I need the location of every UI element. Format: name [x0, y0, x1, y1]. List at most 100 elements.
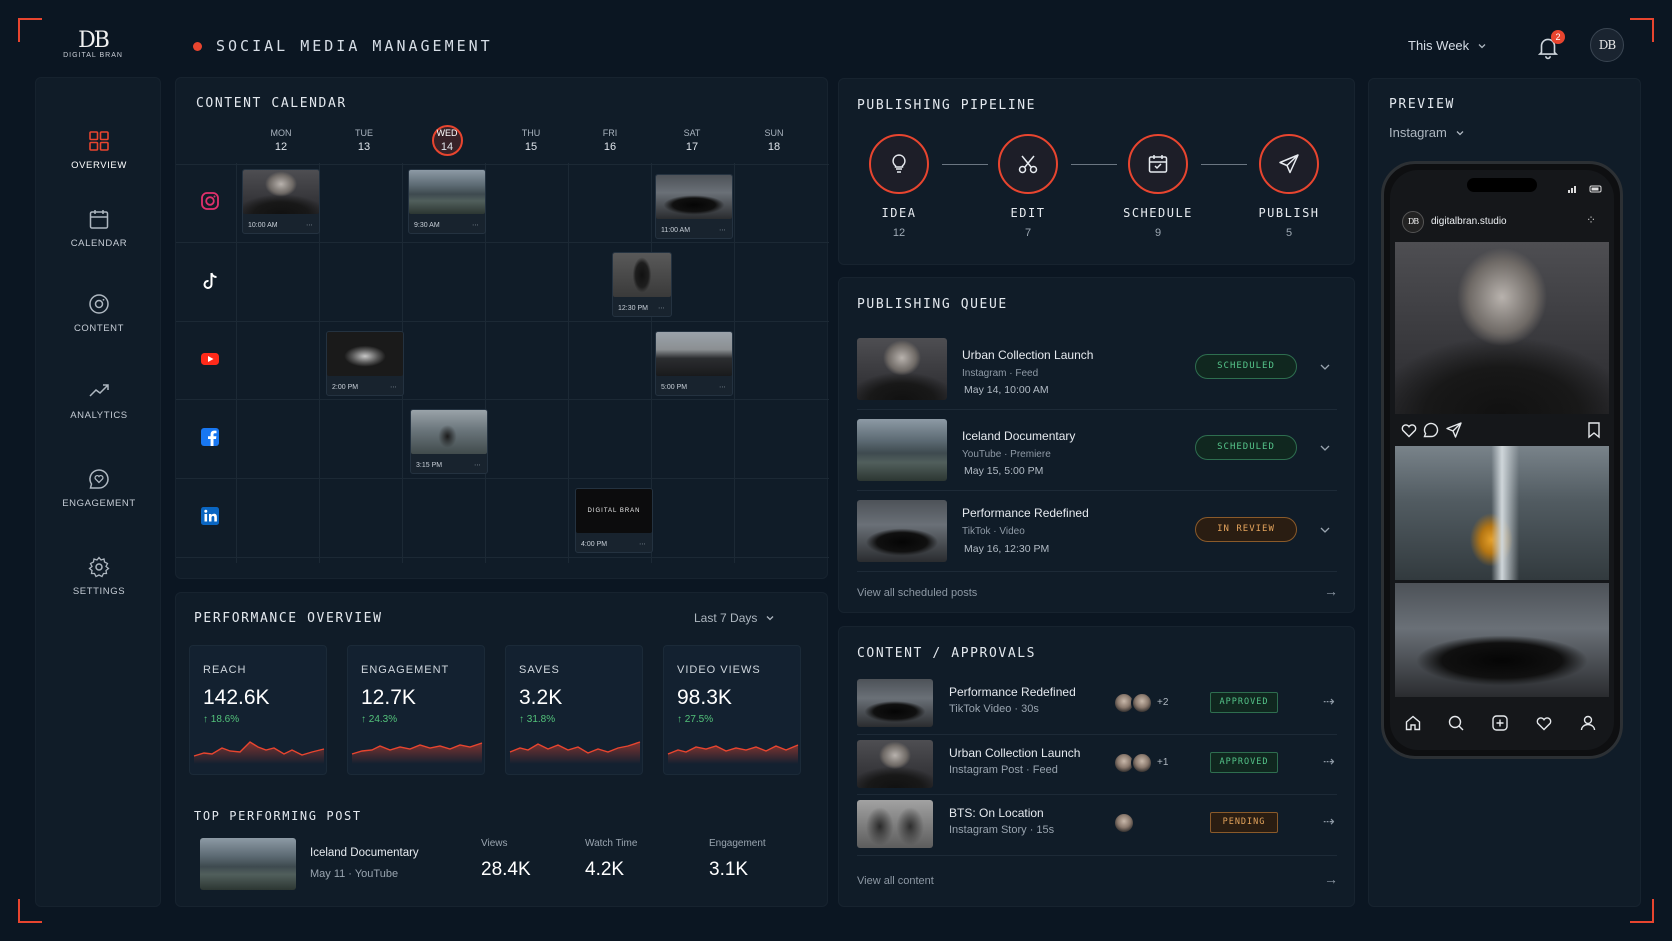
preview-platform-label: Instagram [1389, 125, 1447, 140]
calendar-post[interactable]: DIGITAL BRAN 4:00 PM ⋯ [575, 488, 653, 553]
status-badge: SCHEDULED [1195, 435, 1297, 460]
panel-title: CONTENT CALENDAR [196, 96, 347, 111]
heart-icon[interactable] [1400, 421, 1418, 439]
queue-item[interactable]: Iceland Documentary YouTube · Premiere M… [857, 419, 1337, 483]
sidebar-item-settings[interactable]: SETTINGS [36, 556, 162, 597]
search-icon[interactable] [1447, 714, 1465, 732]
bookmark-icon[interactable] [1586, 421, 1602, 439]
range-dropdown[interactable]: Last 7 Days [694, 611, 775, 625]
arrow-right-icon[interactable]: → [1324, 871, 1338, 887]
grid-line [176, 478, 829, 479]
top-post-thumbnail[interactable] [200, 838, 296, 890]
queue-item-name: Performance Redefined [962, 506, 1089, 520]
calendar-post[interactable]: 5:00 PM ⋯ [655, 331, 733, 396]
stage-label: SCHEDULE [1123, 206, 1193, 220]
phone-screen: DB digitalbran.studio ⁘ [1390, 170, 1614, 750]
linkedin-icon[interactable] [199, 505, 221, 527]
stage-idea[interactable]: IDEA 12 [854, 134, 944, 239]
queue-item-name: Urban Collection Launch [962, 348, 1094, 362]
profile-icon[interactable] [1579, 714, 1597, 732]
stage-ring [869, 134, 929, 194]
metric-card-reach[interactable]: REACH 142.6K ↑ 18.6% [189, 645, 327, 775]
profile-avatar[interactable]: DB [1402, 211, 1424, 233]
sidebar-item-overview[interactable]: OVERVIEW [36, 130, 162, 171]
week-selector[interactable]: This Week [1408, 38, 1487, 53]
arrow-right-icon[interactable]: ⇢ [1323, 813, 1335, 830]
metric-card-video-views[interactable]: VIDEO VIEWS 98.3K ↑ 27.5% [663, 645, 801, 775]
chevron-down-icon[interactable] [1319, 443, 1331, 453]
post-thumbnail [409, 170, 485, 214]
sidebar-item-analytics[interactable]: ANALYTICS [36, 380, 162, 421]
instagram-icon[interactable] [199, 190, 221, 212]
feed-image[interactable] [1395, 446, 1609, 580]
day-header-fri[interactable]: FRI 16 [580, 128, 640, 153]
queue-item-date: May 15, 5:00 PM [964, 465, 1044, 477]
comment-icon[interactable] [1422, 421, 1440, 439]
add-post-icon[interactable] [1491, 714, 1509, 732]
sidebar-item-content[interactable]: CONTENT [36, 293, 162, 334]
divider [857, 409, 1337, 410]
arrow-right-icon[interactable]: ⇢ [1323, 693, 1335, 710]
panel-title: PUBLISHING QUEUE [857, 297, 1008, 312]
calendar-post[interactable]: 10:00 AM ⋯ [242, 169, 320, 234]
day-header-sun[interactable]: SUN 18 [744, 128, 804, 153]
user-avatar[interactable]: DB [1590, 28, 1624, 62]
calendar-post[interactable]: 3:15 PM ⋯ [410, 409, 488, 474]
more-icon: ⋯ [719, 227, 726, 234]
home-icon[interactable] [1404, 714, 1422, 732]
arrow-right-icon[interactable]: → [1324, 583, 1338, 599]
performance-panel: PERFORMANCE OVERVIEW Last 7 Days REACH 1… [175, 592, 828, 907]
day-header-sat[interactable]: SAT 17 [662, 128, 722, 153]
share-icon[interactable] [1445, 421, 1463, 439]
calendar-post[interactable]: 9:30 AM ⋯ [408, 169, 486, 234]
approval-item[interactable]: BTS: On Location Instagram Story · 15s P… [857, 800, 1337, 850]
stage-schedule[interactable]: SCHEDULE 9 [1113, 134, 1203, 239]
calendar-post[interactable]: 12:30 PM ⋯ [612, 252, 672, 317]
view-all-content-link[interactable]: View all content [857, 875, 934, 887]
approval-item[interactable]: Performance Redefined TikTok Video · 30s… [857, 679, 1337, 729]
top-post-title: TOP PERFORMING POST [194, 809, 362, 823]
day-header-thu[interactable]: THU 15 [501, 128, 561, 153]
feed-image[interactable] [1395, 583, 1609, 697]
metric-card-saves[interactable]: SAVES 3.2K ↑ 31.8% [505, 645, 643, 775]
sidebar-item-calendar[interactable]: CALENDAR [36, 208, 162, 249]
profile-handle[interactable]: digitalbran.studio [1431, 216, 1507, 227]
youtube-icon[interactable] [199, 348, 221, 370]
day-header-wed[interactable]: WED 14 [417, 128, 477, 153]
scissors-icon [1018, 155, 1038, 174]
divider [857, 490, 1337, 491]
approval-item[interactable]: Urban Collection Launch Instagram Post ·… [857, 740, 1337, 790]
grid-icon [89, 131, 109, 151]
queue-item-sub: YouTube · Premiere [962, 449, 1051, 460]
day-header-tue[interactable]: TUE 13 [334, 128, 394, 153]
chevron-down-icon[interactable] [1319, 362, 1331, 372]
metric-value: 142.6K [203, 686, 270, 709]
more-icon[interactable]: ⁘ [1586, 213, 1596, 227]
metric-label: VIDEO VIEWS [677, 664, 761, 676]
heart-icon[interactable] [1535, 714, 1553, 732]
queue-item-sub: TikTok · Video [962, 526, 1025, 537]
calendar-post[interactable]: 2:00 PM ⋯ [326, 331, 404, 396]
stage-label: EDIT [1010, 206, 1046, 220]
stage-edit[interactable]: EDIT 7 [983, 134, 1073, 239]
sidebar-item-engagement[interactable]: ENGAGEMENT [36, 468, 162, 509]
view-all-scheduled-link[interactable]: View all scheduled posts [857, 587, 977, 599]
preview-platform-dropdown[interactable]: Instagram [1389, 125, 1465, 140]
facebook-icon[interactable] [199, 426, 221, 448]
arrow-right-icon[interactable]: ⇢ [1323, 753, 1335, 770]
calendar-post[interactable]: 11:00 AM ⋯ [655, 174, 733, 239]
sidebar-item-label: CALENDAR [70, 238, 128, 249]
queue-item-date: May 16, 12:30 PM [964, 543, 1050, 555]
status-badge: APPROVED [1210, 752, 1278, 773]
day-header-mon[interactable]: MON 12 [251, 128, 311, 153]
metric-card-engagement[interactable]: ENGAGEMENT 12.7K ↑ 24.3% [347, 645, 485, 775]
stage-publish[interactable]: PUBLISH 5 [1244, 134, 1334, 239]
tiktok-icon[interactable] [199, 270, 221, 292]
brand-logo[interactable]: DB DIGITAL BRAN [60, 30, 126, 60]
panel-title: CONTENT / APPROVALS [857, 646, 1037, 661]
feed-image[interactable] [1395, 242, 1609, 414]
queue-item[interactable]: Performance Redefined TikTok · Video May… [857, 500, 1337, 564]
chevron-down-icon[interactable] [1319, 525, 1331, 535]
frame-corner [18, 18, 42, 42]
queue-item[interactable]: Urban Collection Launch Instagram · Feed… [857, 338, 1337, 402]
